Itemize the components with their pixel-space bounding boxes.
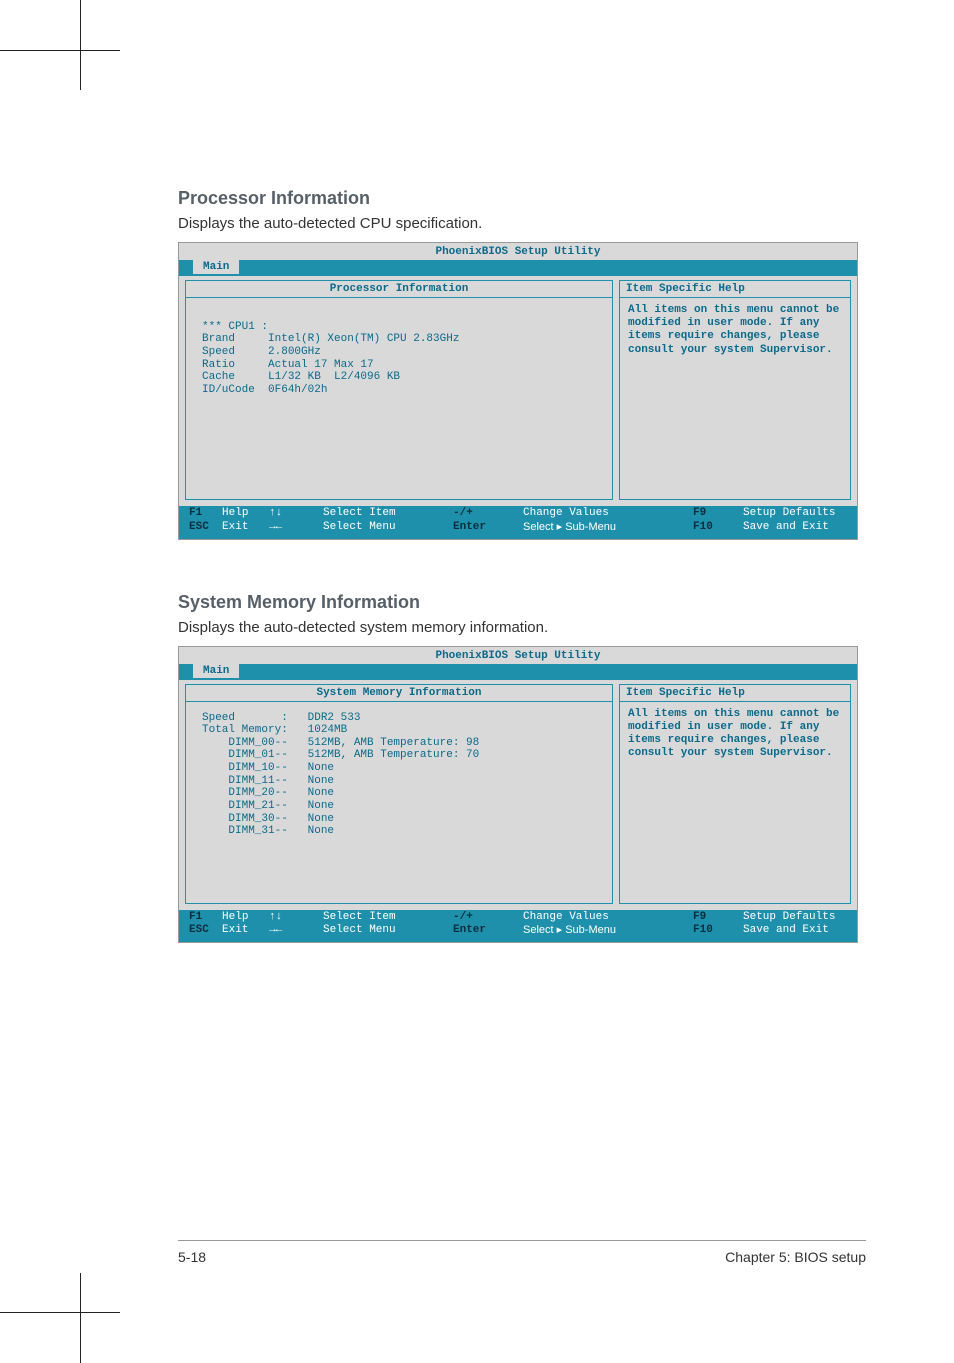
key-exit: Exit [222, 924, 248, 936]
bios-left-panel: Processor Information *** CPU1 : Brand I… [185, 280, 613, 500]
bios-right-panel: Item Specific Help All items on this men… [619, 280, 851, 500]
key-esc: ESC [189, 924, 209, 936]
bios-footer-keys: F1 Help ESC Exit ↑↓ →← Select Item Select M… [179, 506, 857, 539]
bios-right-help-text: All items on this menu cannot be modifie… [620, 298, 850, 363]
bios-right-help-text: All items on this menu cannot be modifie… [620, 702, 850, 767]
bios-left-content: *** CPU1 : Brand Intel(R) Xeon(TM) CPU 2… [186, 298, 612, 499]
bios-tab-main: Main [193, 664, 239, 678]
key-select-item: Select Item [323, 507, 396, 519]
key-leftright: →← [269, 924, 282, 936]
key-leftright: →← [269, 521, 282, 533]
crop-mark-bottom-left [0, 1263, 140, 1363]
key-f9: F9 [693, 507, 706, 519]
key-enter: Enter [453, 924, 486, 936]
crop-mark-top-left [0, 0, 140, 100]
key-f1: F1 [189, 911, 202, 923]
page-footer: 5-18 Chapter 5: BIOS setup [178, 1240, 866, 1265]
bios-right-header: Item Specific Help [620, 685, 850, 702]
key-select-menu: Select Menu [323, 924, 396, 936]
key-setup-defaults: Setup Defaults [743, 507, 835, 519]
bios-footer-keys: F1 Help ESC Exit ↑↓→← Select ItemSelect M… [179, 910, 857, 943]
bios-title: PhoenixBIOS Setup Utility [179, 243, 857, 260]
bios-left-panel: System Memory Information Speed : DDR2 5… [185, 684, 613, 904]
key-select-item: Select Item [323, 911, 396, 923]
key-change-values: Change Values [523, 507, 609, 519]
bios-tab-bar: Main [179, 260, 857, 276]
bios-right-panel: Item Specific Help All items on this men… [619, 684, 851, 904]
bios-left-content: Speed : DDR2 533 Total Memory: 1024MB DI… [186, 702, 612, 903]
section-caption-memory: Displays the auto-detected system memory… [178, 619, 866, 636]
key-f1: F1 [189, 507, 202, 519]
key-f10: F10 [693, 924, 713, 936]
bios-left-header: System Memory Information [186, 685, 612, 702]
key-minusplus: -/+ [453, 507, 473, 519]
bios-tab-bar: Main [179, 664, 857, 680]
key-minusplus: -/+ [453, 911, 473, 923]
key-save-exit: Save and Exit [743, 521, 829, 533]
key-help: Help [222, 911, 248, 923]
key-f9: F9 [693, 911, 706, 923]
bios-screenshot-processor: PhoenixBIOS Setup Utility Main Processor… [178, 242, 858, 540]
key-updown: ↑↓ [269, 507, 282, 519]
key-help: Help [222, 507, 248, 519]
key-change-values: Change Values [523, 911, 609, 923]
bios-left-header: Processor Information [186, 281, 612, 298]
key-select-sub: Select ▸ Sub-Menu [523, 924, 616, 936]
section-heading-processor: Processor Information [178, 188, 866, 209]
key-enter: Enter [453, 521, 486, 533]
key-updown: ↑↓ [269, 911, 282, 923]
bios-screenshot-memory: PhoenixBIOS Setup Utility Main System Me… [178, 646, 858, 944]
chapter-label: Chapter 5: BIOS setup [725, 1249, 866, 1265]
bios-tab-main: Main [193, 260, 239, 274]
key-setup-defaults: Setup Defaults [743, 911, 835, 923]
bios-right-header: Item Specific Help [620, 281, 850, 298]
key-esc: ESC [189, 521, 209, 533]
key-select-sub: Select ▸ Sub-Menu [523, 521, 616, 533]
key-save-exit: Save and Exit [743, 924, 829, 936]
page-number: 5-18 [178, 1249, 206, 1265]
key-exit: Exit [222, 521, 248, 533]
section-heading-memory: System Memory Information [178, 592, 866, 613]
key-f10: F10 [693, 521, 713, 533]
key-select-menu: Select Menu [323, 521, 396, 533]
bios-title: PhoenixBIOS Setup Utility [179, 647, 857, 664]
section-caption-processor: Displays the auto-detected CPU specifica… [178, 215, 866, 232]
